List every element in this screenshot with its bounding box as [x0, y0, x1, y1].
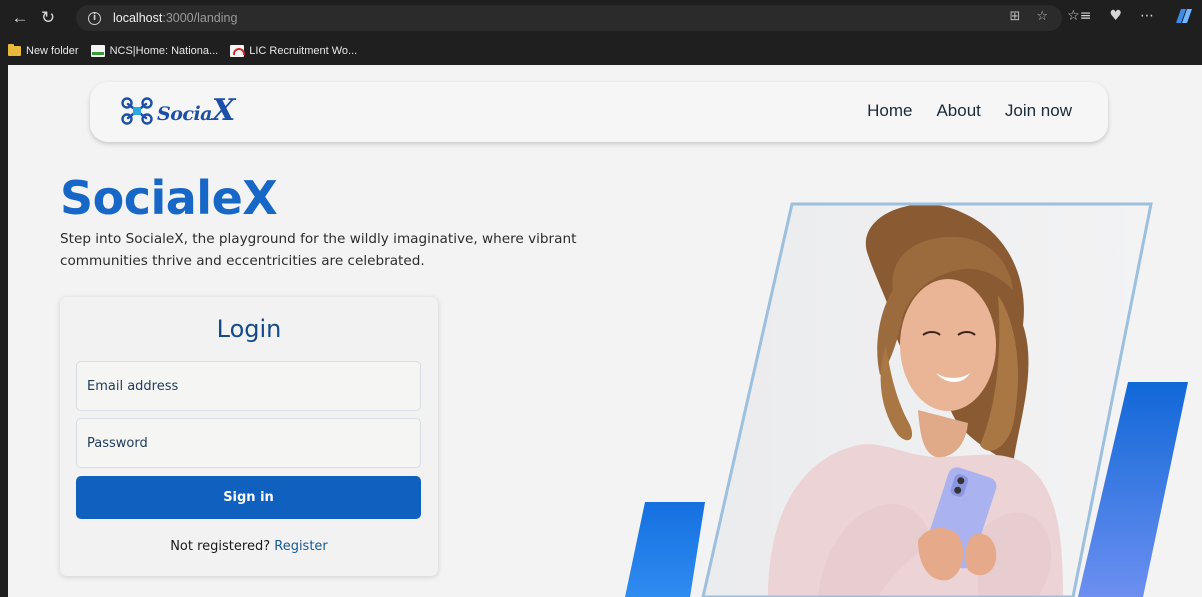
- email-input[interactable]: [76, 361, 421, 411]
- left-blue-stripe: [625, 502, 705, 597]
- register-prompt: Not registered? Register: [60, 539, 438, 554]
- site-navbar: SociaX Home About Join now: [90, 82, 1108, 142]
- nav-link-home[interactable]: Home: [867, 101, 912, 121]
- browser-toolbar: ← ↻ i localhost:3000/landing ⊞ ☆ ☆≡ ♥ ⋯: [0, 0, 1202, 36]
- url-path: :3000/landing: [162, 11, 238, 25]
- refresh-icon[interactable]: ↻: [34, 8, 62, 28]
- bookmark-label: NCS|Home: Nationa...: [109, 44, 219, 57]
- sign-in-button[interactable]: Sign in: [76, 476, 421, 519]
- register-prompt-text: Not registered?: [170, 539, 271, 554]
- logo-wordmark: SociaX: [157, 93, 235, 128]
- address-bar[interactable]: i localhost:3000/landing ⊞ ☆: [76, 5, 1062, 31]
- more-menu-icon[interactable]: ⋯: [1140, 8, 1154, 24]
- page-viewport: SociaX Home About Join now SocialeX Step…: [8, 65, 1202, 597]
- hero-description: Step into SocialeX, the playground for t…: [60, 231, 577, 269]
- nav-links: Home About Join now: [867, 101, 1072, 121]
- site-logo[interactable]: SociaX: [120, 93, 235, 128]
- nav-link-join-now[interactable]: Join now: [1005, 101, 1072, 121]
- url-host: localhost: [113, 11, 163, 25]
- site-info-icon[interactable]: i: [88, 11, 101, 25]
- bookmark-label: LIC Recruitment Wo...: [249, 44, 358, 57]
- back-arrow-icon[interactable]: ←: [6, 8, 34, 28]
- bookmark-lic[interactable]: LIC Recruitment Wo...: [230, 44, 358, 57]
- login-title: Login: [216, 315, 282, 343]
- bookmarks-bar: New folder NCS|Home: Nationa... LIC Recr…: [0, 36, 1202, 65]
- folder-icon: [8, 43, 21, 56]
- bookmark-label: New folder: [26, 44, 79, 57]
- register-link[interactable]: Register: [274, 539, 328, 554]
- favorite-star-icon[interactable]: ☆: [1036, 9, 1048, 24]
- split-screen-icon[interactable]: ⊞: [1009, 9, 1020, 24]
- hero-title: SocialeX: [60, 171, 278, 225]
- login-card: Login Sign in Not registered? Register: [60, 297, 438, 576]
- browser-essentials-icon[interactable]: ♥: [1109, 8, 1122, 24]
- lic-favicon-icon: [230, 44, 246, 57]
- password-input[interactable]: [76, 418, 421, 468]
- bookmark-ncs[interactable]: NCS|Home: Nationa...: [90, 44, 219, 57]
- nav-link-about[interactable]: About: [936, 101, 980, 121]
- hero-illustration: [625, 202, 1188, 597]
- favorites-list-icon[interactable]: ☆≡: [1067, 8, 1091, 24]
- bookmark-new-folder[interactable]: New folder: [8, 43, 79, 57]
- copilot-icon[interactable]: [1172, 7, 1194, 25]
- ncs-favicon-icon: [90, 44, 105, 57]
- drone-logo-icon: [121, 96, 153, 125]
